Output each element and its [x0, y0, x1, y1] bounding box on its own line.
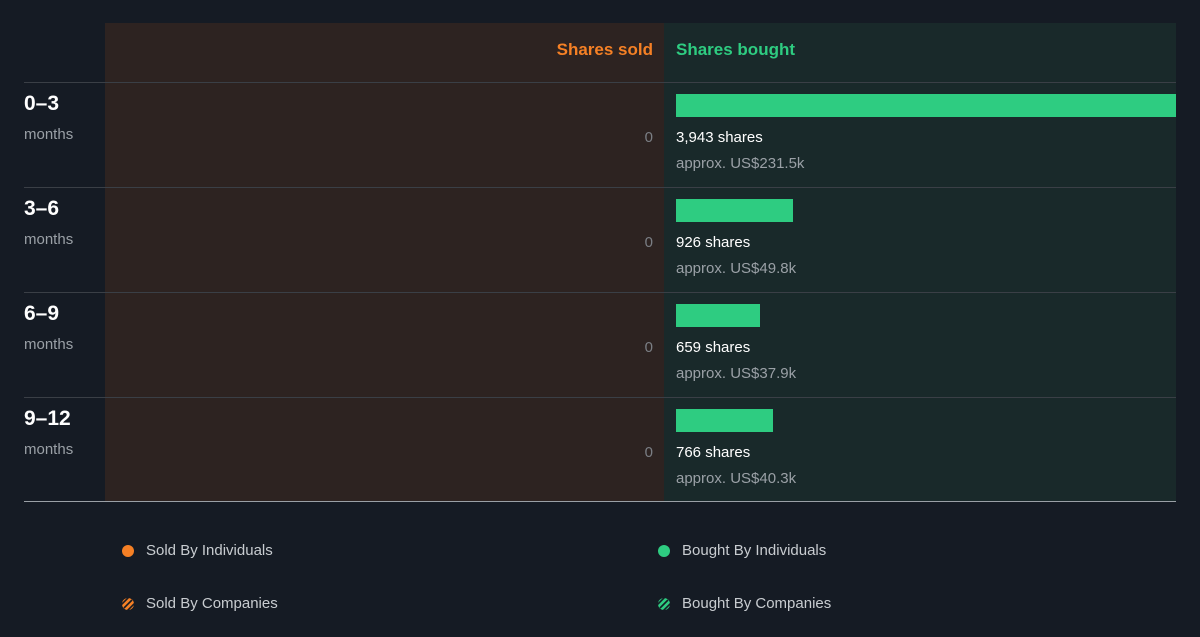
bought-shares-label: 766 shares: [676, 444, 751, 461]
green-hatched-icon: [658, 597, 670, 610]
sold-value: 0: [644, 234, 653, 251]
sold-value: 0: [644, 339, 653, 356]
bought-value-label: approx. US$231.5k: [676, 155, 805, 172]
period-unit: months: [24, 126, 74, 143]
bought-shares-label: 659 shares: [676, 339, 751, 356]
legend-label: Bought By Companies: [682, 595, 832, 612]
bought-value-label: approx. US$37.9k: [676, 365, 797, 382]
chart-baseline: [24, 501, 1176, 502]
period-label: 6–9: [24, 302, 60, 325]
period-unit: months: [24, 336, 74, 353]
legend-sold-individuals[interactable]: Sold By Individuals: [122, 542, 273, 559]
period-label: 0–3: [24, 92, 60, 115]
legend-label: Sold By Individuals: [146, 542, 273, 559]
bought-bar: [676, 199, 793, 222]
period-label: 3–6: [24, 197, 60, 220]
bought-value-label: approx. US$40.3k: [676, 470, 797, 487]
period-row: 6–9 months 0 659 shares approx. US$37.9k: [0, 293, 1200, 398]
legend-label: Sold By Companies: [146, 595, 278, 612]
bought-shares-label: 3,943 shares: [676, 129, 763, 146]
period-label: 9–12: [24, 407, 71, 430]
period-row: 9–12 months 0 766 shares approx. US$40.3…: [0, 398, 1200, 503]
period-unit: months: [24, 231, 74, 248]
sold-value: 0: [644, 444, 653, 461]
legend-bought-individuals[interactable]: Bought By Individuals: [658, 542, 826, 559]
bought-bar: [676, 409, 773, 432]
period-row: 3–6 months 0 926 shares approx. US$49.8k: [0, 188, 1200, 293]
insider-trading-chart: Shares sold Shares bought 0–3 months 0 3…: [0, 0, 1200, 637]
bought-bar: [676, 304, 760, 327]
bought-shares-label: 926 shares: [676, 234, 751, 251]
bought-bar: [676, 94, 1176, 117]
shares-sold-header: Shares sold: [556, 40, 653, 59]
green-dot-icon: [658, 544, 670, 557]
legend-label: Bought By Individuals: [682, 542, 827, 559]
bought-value-label: approx. US$49.8k: [676, 260, 797, 277]
sold-value: 0: [644, 129, 653, 146]
shares-bought-header: Shares bought: [676, 40, 796, 59]
period-unit: months: [24, 441, 74, 458]
orange-hatched-icon: [122, 597, 134, 610]
orange-dot-icon: [122, 544, 134, 557]
legend-sold-companies[interactable]: Sold By Companies: [122, 595, 278, 612]
period-row: 0–3 months 0 3,943 shares approx. US$231…: [0, 83, 1200, 188]
legend-bought-companies[interactable]: Bought By Companies: [658, 595, 831, 612]
